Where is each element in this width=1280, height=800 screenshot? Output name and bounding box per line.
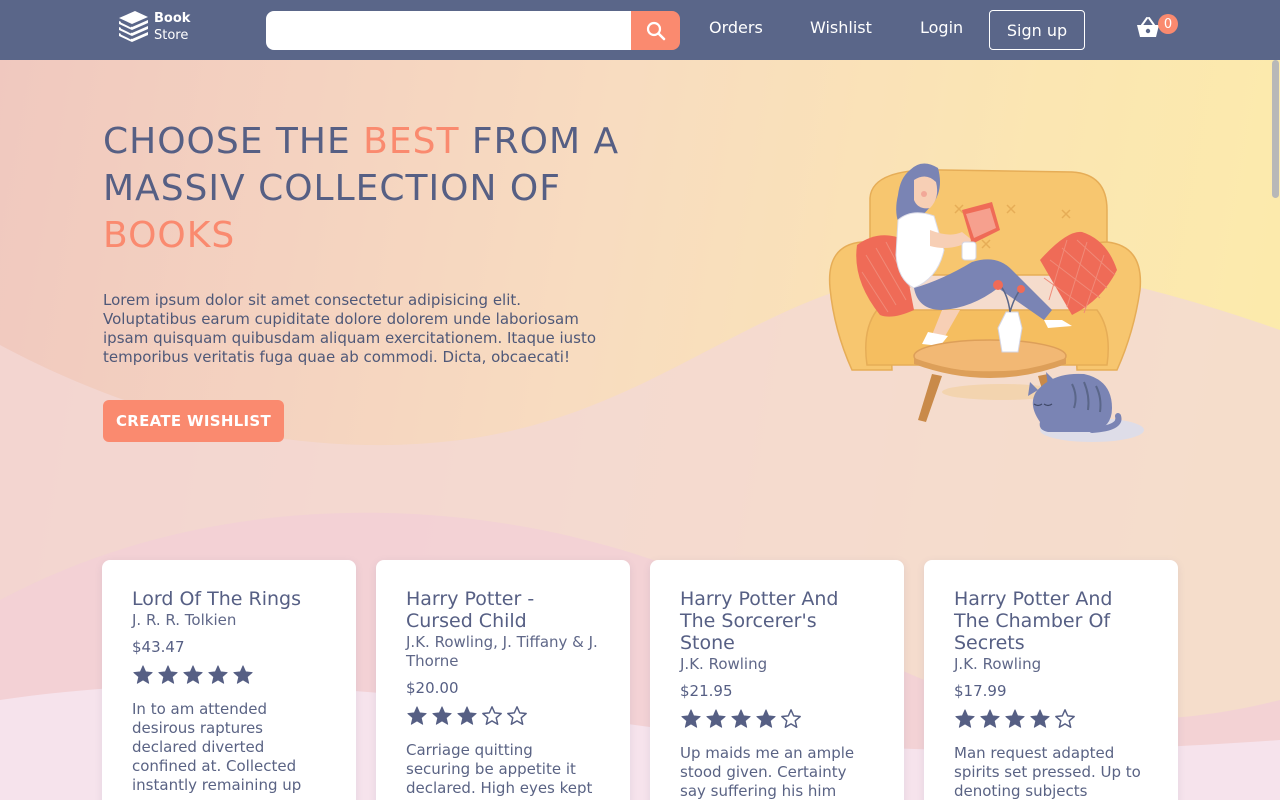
nav-wishlist-link[interactable]: Wishlist — [810, 18, 872, 37]
hero-title-accent-best: BEST — [363, 121, 460, 162]
search-icon — [646, 21, 665, 40]
star-filled-icon — [407, 706, 427, 725]
book-card-chamber-of-secrets[interactable]: Harry Potter And The Chamber Of Secrets … — [924, 560, 1178, 800]
signup-button[interactable]: Sign up — [989, 10, 1085, 50]
cart-count-badge: 0 — [1158, 14, 1178, 34]
star-filled-icon — [233, 665, 253, 684]
books-stack-icon — [119, 11, 148, 42]
search-input[interactable] — [266, 11, 631, 50]
page-scrollbar[interactable] — [1271, 60, 1280, 800]
basket-icon — [1137, 17, 1159, 37]
hero-title-accent-books: BOOKS — [103, 215, 236, 256]
book-card-harry-potter-cursed-child[interactable]: Harry Potter - Cursed Child J.K. Rowling… — [376, 560, 630, 800]
book-rating — [406, 705, 600, 729]
star-outline-icon — [507, 706, 527, 725]
book-price: $43.47 — [132, 638, 185, 656]
star-filled-icon — [756, 709, 776, 728]
book-author: J.K. Rowling — [680, 655, 768, 673]
star-outline-icon — [781, 709, 801, 728]
search-button[interactable] — [631, 11, 680, 50]
brand-logo[interactable]: Book Store — [116, 9, 206, 49]
navbar: Book Store Orders Wishlist Login Sign up… — [0, 0, 1280, 60]
book-price: $20.00 — [406, 679, 459, 697]
scrollbar-thumb[interactable] — [1272, 60, 1279, 198]
star-filled-icon — [980, 709, 1000, 728]
book-rating — [954, 708, 1148, 732]
star-filled-icon — [183, 665, 203, 684]
star-outline-icon — [482, 706, 502, 725]
book-description: Man request adapted spirits set pressed.… — [954, 744, 1141, 800]
book-author: J.K. Rowling, J. Tiffany & J. Thorne — [406, 633, 598, 670]
star-filled-icon — [1005, 709, 1025, 728]
hero-title-part1: CHOOSE THE — [103, 121, 364, 162]
book-price: $21.95 — [680, 682, 733, 700]
search-bar — [266, 11, 680, 50]
star-filled-icon — [706, 709, 726, 728]
brand-name-line2: Store — [154, 28, 189, 43]
book-description: In to am attended desirous raptures decl… — [132, 700, 302, 794]
book-title[interactable]: Harry Potter - Cursed Child — [406, 588, 600, 632]
book-title[interactable]: Harry Potter And The Sorcerer's Stone — [680, 588, 874, 654]
book-card-sorcerers-stone[interactable]: Harry Potter And The Sorcerer's Stone J.… — [650, 560, 904, 800]
reading-girl-illustration — [828, 163, 1144, 442]
star-filled-icon — [457, 706, 477, 725]
book-author: J.K. Rowling — [954, 655, 1042, 673]
star-filled-icon — [158, 665, 178, 684]
star-filled-icon — [133, 665, 153, 684]
star-filled-icon — [432, 706, 452, 725]
nav-login-link[interactable]: Login — [920, 18, 963, 37]
book-title[interactable]: Harry Potter And The Chamber Of Secrets — [954, 588, 1148, 654]
create-wishlist-button[interactable]: CREATE WISHLIST — [103, 400, 284, 442]
hero-title: CHOOSE THE BEST FROM A MASSIV COLLECTION… — [103, 118, 663, 259]
nav-orders-link[interactable]: Orders — [709, 18, 763, 37]
brand-name-line1: Book — [154, 11, 191, 26]
star-outline-icon — [1055, 709, 1075, 728]
star-filled-icon — [1030, 709, 1050, 728]
book-description: Carriage quitting securing be appetite i… — [406, 741, 593, 800]
book-author: J. R. R. Tolkien — [132, 611, 237, 629]
cart-button[interactable]: 0 — [1136, 14, 1180, 42]
hero-description: Lorem ipsum dolor sit amet consectetur a… — [103, 291, 597, 366]
star-filled-icon — [731, 709, 751, 728]
book-title[interactable]: Lord Of The Rings — [132, 588, 326, 610]
book-card-lord-of-the-rings[interactable]: Lord Of The Rings J. R. R. Tolkien $43.4… — [102, 560, 356, 800]
book-description: Up maids me an ample stood given. Certai… — [680, 744, 855, 800]
book-rating — [680, 708, 874, 732]
book-rating — [132, 664, 326, 688]
star-filled-icon — [681, 709, 701, 728]
star-filled-icon — [208, 665, 228, 684]
star-filled-icon — [955, 709, 975, 728]
book-price: $17.99 — [954, 682, 1007, 700]
